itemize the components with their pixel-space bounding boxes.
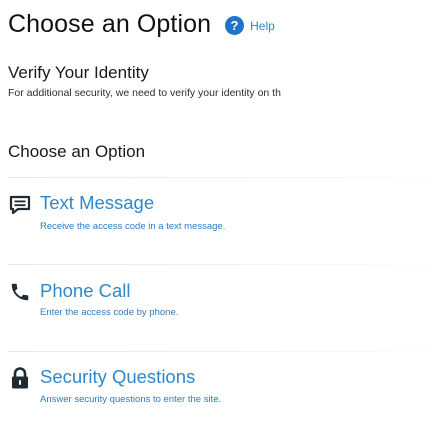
question-circle-icon[interactable]: ?	[225, 16, 245, 35]
option-phone-call[interactable]: Phone Call Enter the access code by phon…	[8, 271, 432, 331]
divider	[8, 177, 432, 178]
divider	[8, 351, 432, 352]
option-description: Enter the access code by phone.	[40, 307, 179, 318]
phone-icon	[9, 281, 31, 303]
chat-icon	[9, 194, 31, 216]
options-heading: Choose an Option	[8, 142, 146, 161]
verification-page: Choose an Option ? Help Verify Your Iden…	[8, 0, 432, 433]
option-title[interactable]: Phone Call	[40, 280, 131, 302]
lock-icon	[9, 367, 31, 389]
help-link[interactable]: ? Help	[225, 16, 275, 35]
option-text-message[interactable]: Text Message Receive the access code in …	[8, 185, 432, 245]
option-description: Answer security questions to enter the s…	[40, 394, 222, 405]
svg-text:?: ?	[231, 18, 239, 33]
header: Choose an Option ? Help	[8, 8, 275, 40]
verify-description: For additional security, we need to veri…	[8, 87, 281, 99]
divider	[8, 264, 432, 265]
option-description: Receive the access code in a text messag…	[40, 221, 226, 232]
help-label[interactable]: Help	[250, 19, 275, 33]
option-title[interactable]: Text Message	[40, 192, 154, 214]
option-title[interactable]: Security Questions	[40, 366, 195, 388]
option-security-questions[interactable]: Security Questions Answer security quest…	[8, 358, 432, 418]
page-title: Choose an Option	[8, 9, 212, 38]
verify-heading: Verify Your Identity	[8, 63, 149, 82]
